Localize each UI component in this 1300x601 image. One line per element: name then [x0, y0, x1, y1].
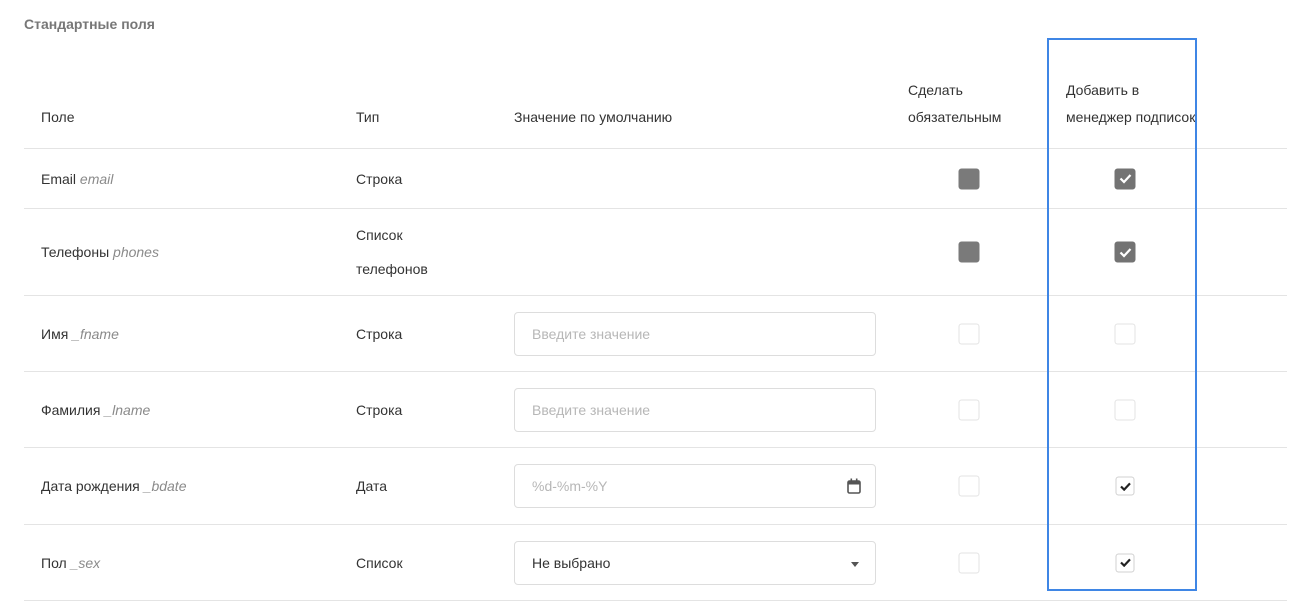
column-header-subscription-manager: Добавить в менеджер подписок — [1066, 82, 1196, 125]
field-name: Фамилия _lname — [41, 402, 150, 418]
column-header-default: Значение по умолчанию — [514, 109, 673, 125]
table-row: Дата рождения _bdate Дата %d-%m-%Y — [24, 448, 1287, 525]
field-key: _lname — [104, 401, 151, 418]
input-placeholder: Введите значение — [532, 401, 651, 418]
subscription-manager-checkbox[interactable] — [1115, 476, 1135, 496]
field-type: Дата — [356, 478, 388, 494]
check-icon — [1119, 174, 1131, 184]
table-row: Телефоны phones Список телефонов — [24, 209, 1287, 296]
subscription-manager-checkbox[interactable] — [1114, 323, 1136, 344]
required-checkbox[interactable] — [958, 241, 980, 263]
default-value-input[interactable]: Введите значение — [514, 387, 876, 432]
input-placeholder: Введите значение — [532, 325, 651, 342]
field-name: Дата рождения _bdate — [41, 478, 186, 494]
input-placeholder: %d-%m-%Y — [532, 478, 608, 494]
field-type: Список телефонов — [356, 227, 428, 277]
field-type: Список — [356, 554, 403, 571]
field-type: Строка — [356, 401, 403, 418]
subscription-manager-checkbox[interactable] — [1114, 241, 1136, 263]
field-type: Строка — [356, 325, 403, 342]
field-name: Имя _fname — [41, 326, 119, 342]
field-name: Пол _sex — [41, 555, 100, 571]
field-label: Имя — [41, 325, 69, 342]
section-title: Стандартные поля — [24, 16, 155, 32]
subscription-manager-checkbox[interactable] — [1115, 553, 1135, 572]
check-icon — [1119, 558, 1131, 567]
field-label: Фамилия — [41, 401, 101, 418]
table-row: Email email Строка — [24, 149, 1287, 209]
calendar-icon[interactable] — [847, 478, 861, 494]
field-label: Пол — [41, 554, 67, 571]
field-label: Телефоны — [41, 244, 110, 260]
table-row: Фамилия _lname Строка Введите значение — [24, 372, 1287, 448]
subscription-manager-checkbox[interactable] — [1114, 399, 1136, 420]
subscription-manager-checkbox[interactable] — [1114, 168, 1136, 189]
default-value-input[interactable]: Введите значение — [514, 311, 876, 356]
column-header-required: Сделать обязательным — [908, 82, 1002, 125]
field-label: Дата рождения — [41, 478, 140, 494]
column-header-field: Поле — [41, 109, 75, 125]
field-label: Email — [41, 170, 77, 187]
date-input[interactable]: %d-%m-%Y — [514, 464, 876, 508]
column-header-type: Тип — [356, 109, 380, 125]
table-header: Поле Тип Значение по умолчанию Сделать о… — [24, 40, 1287, 149]
field-name: Телефоны phones — [41, 244, 159, 260]
required-checkbox[interactable] — [958, 399, 980, 420]
caret-down-icon — [851, 561, 859, 567]
table-row: Имя _fname Строка Введите значение — [24, 296, 1287, 372]
field-key: _fname — [72, 325, 119, 342]
field-name: Email email — [41, 171, 113, 187]
table-row: Пол _sex Список Не выбрано — [24, 525, 1287, 601]
check-icon — [1119, 482, 1131, 491]
field-type: Строка — [356, 170, 403, 187]
check-icon — [1119, 247, 1131, 257]
field-key: _sex — [70, 554, 101, 571]
field-key: phones — [113, 244, 159, 260]
required-checkbox[interactable] — [958, 475, 980, 497]
select-value: Не выбрано — [532, 554, 611, 571]
gender-select[interactable]: Не выбрано — [514, 540, 876, 585]
field-key: _bdate — [143, 478, 187, 494]
required-checkbox[interactable] — [958, 552, 980, 573]
required-checkbox[interactable] — [958, 323, 980, 344]
required-checkbox[interactable] — [958, 168, 980, 189]
field-key: email — [79, 170, 114, 187]
